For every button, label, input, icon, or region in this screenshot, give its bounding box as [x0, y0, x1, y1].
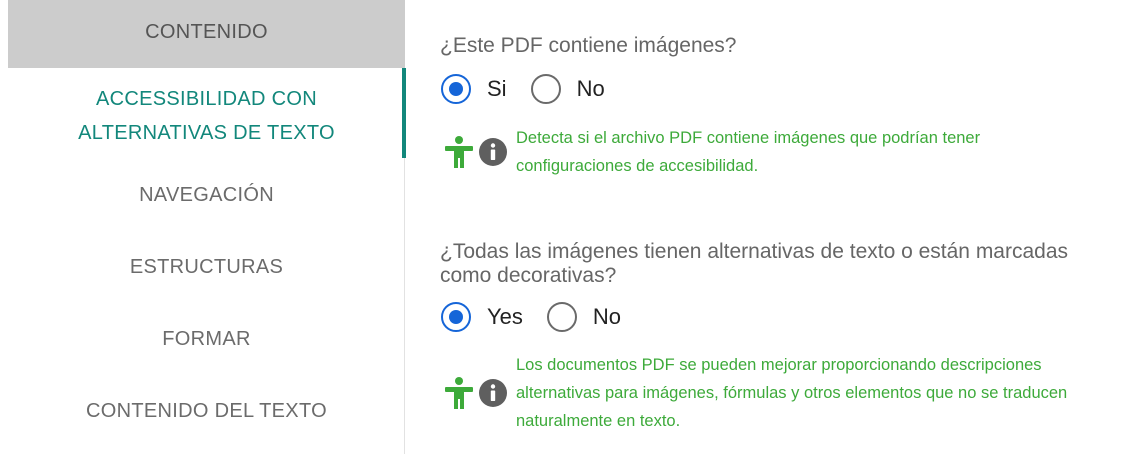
- radio-label: No: [576, 76, 605, 101]
- sidebar-item-estructuras[interactable]: ESTRUCTURAS: [8, 250, 405, 284]
- radio-circle[interactable]: [546, 302, 577, 332]
- question-contains-images: ¿Este PDF contiene imágenes?: [440, 34, 737, 57]
- question-alt-text: ¿Todas las imágenes tienen alternativas …: [440, 240, 1069, 287]
- sidebar-item-accesibilidad[interactable]: ACCESSIBILIDAD CON ALTERNATIVAS DE TEXTO: [8, 80, 405, 158]
- radio-circle-checked[interactable]: [441, 302, 471, 332]
- sidebar-item-label: FORMAR: [162, 328, 251, 350]
- sidebar-item-label: CONTENIDO: [145, 21, 268, 43]
- hint-text: Los documentos PDF se pueden mejorar pro…: [516, 356, 1068, 430]
- sidebar-item-contenido[interactable]: CONTENIDO: [8, 0, 405, 68]
- accessibility-icon: [445, 377, 473, 409]
- radio-no[interactable]: No: [530, 74, 605, 104]
- radio-circle[interactable]: [530, 74, 561, 104]
- accessibility-icon: [445, 136, 473, 168]
- sidebar-item-formar[interactable]: FORMAR: [8, 322, 405, 356]
- radio-group-contains-images: Si No: [441, 74, 629, 104]
- hint-icons: [444, 376, 508, 410]
- sidebar: CONTENIDO ACCESSIBILIDAD CON ALTERNATIVA…: [8, 0, 406, 454]
- radio-group-alt-text: Yes No: [441, 302, 645, 332]
- info-icon[interactable]: [478, 137, 508, 167]
- info-icon[interactable]: [478, 378, 508, 408]
- radio-label: Si: [487, 76, 507, 101]
- active-indicator: [402, 68, 406, 158]
- radio-yes[interactable]: Yes: [441, 302, 523, 332]
- hint-icons: [444, 135, 508, 169]
- sidebar-item-navegacion[interactable]: NAVEGACIÓN: [8, 178, 405, 212]
- sidebar-item-label: ACCESSIBILIDAD CON: [95, 88, 317, 110]
- radio-label: No: [592, 304, 622, 329]
- sidebar-item-label: ESTRUCTURAS: [129, 256, 284, 278]
- radio-si[interactable]: Si: [441, 74, 507, 104]
- hint-contains-images: Detecta si el archivo PDF contiene imáge…: [444, 124, 1076, 180]
- sidebar-item-label: CONTENIDO DEL TEXTO: [86, 400, 327, 422]
- hint-text: Detecta si el archivo PDF contiene imáge…: [516, 129, 981, 175]
- radio-circle-checked[interactable]: [441, 74, 471, 104]
- hint-alt-text: Los documentos PDF se pueden mejorar pro…: [444, 351, 1126, 435]
- radio-label: Yes: [487, 304, 523, 329]
- sidebar-item-label: ALTERNATIVAS DE TEXTO: [78, 122, 335, 144]
- sidebar-item-contenido-texto[interactable]: CONTENIDO DEL TEXTO: [8, 394, 405, 428]
- radio-no[interactable]: No: [546, 302, 622, 332]
- sidebar-item-label: NAVEGACIÓN: [139, 184, 274, 206]
